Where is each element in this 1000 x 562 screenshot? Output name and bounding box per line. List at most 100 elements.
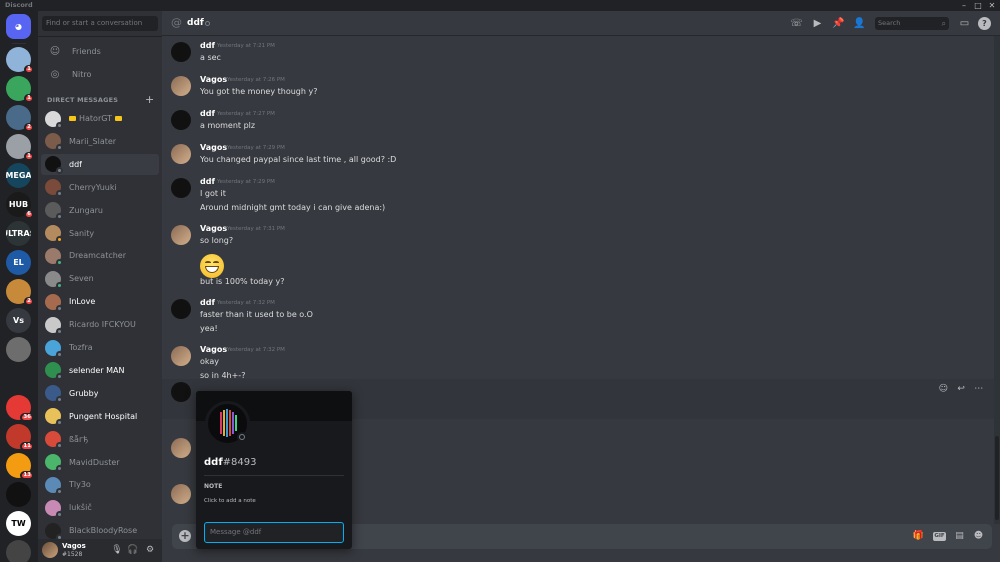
status-indicator [56,465,63,472]
sticker-icon[interactable]: ▤ [953,530,966,543]
message-avatar[interactable] [171,484,191,504]
create-dm-button[interactable]: + [145,93,154,106]
server-icon[interactable]: 2 [6,279,34,306]
microphone-icon[interactable]: 🎙 [111,544,123,556]
inbox-icon[interactable]: ▭ [958,17,971,30]
help-icon[interactable]: ? [978,17,991,30]
server-icon[interactable]: 1 [6,134,34,161]
server-icon[interactable] [6,337,31,362]
message-avatar[interactable] [171,299,191,319]
dm-item[interactable]: Zungaru [41,200,159,221]
discord-logo-icon: ◕ [6,14,31,39]
message-user-input[interactable]: Message @ddf [204,522,344,543]
dm-item[interactable]: Ricardo IFCKYOU [41,314,159,335]
message-avatar[interactable] [171,76,191,96]
home-button[interactable]: ◕ [6,14,31,39]
conversation-search-input[interactable]: Find or start a conversation [42,16,158,31]
server-icon[interactable] [6,482,31,507]
gift-icon[interactable]: 🎁 [912,530,925,543]
user-discriminator: #1528 [62,551,83,558]
video-call-icon[interactable]: ▶ [811,17,824,30]
server-icon[interactable]: MEGA [6,163,31,188]
note-input[interactable]: Click to add a note [204,498,256,504]
server-icon[interactable]: 2 [6,105,34,132]
message-avatar[interactable] [171,346,191,366]
nitro-nav-item[interactable]: ◎ Nitro [41,64,159,84]
dm-item[interactable]: Marii_Slater [41,131,159,152]
friends-nav-item[interactable]: ☺ Friends [41,41,159,61]
server-icon[interactable]: 11 [6,424,34,451]
dm-item[interactable]: CherryYuuki [41,177,159,198]
dm-item[interactable]: Grubby [41,383,159,404]
dm-item[interactable]: BlackBloodyRose [41,520,159,539]
server-icon[interactable]: TW [6,511,31,536]
pinned-messages-icon[interactable]: 📌 [832,17,845,30]
message-timestamp: Yesterday at 7:32 PM [217,300,275,306]
dm-item[interactable]: InLove [41,291,159,312]
scrollbar[interactable] [994,36,1000,524]
message-author[interactable]: ddf [200,177,215,186]
message-avatar[interactable] [171,382,191,402]
server-icon[interactable]: 36 [6,395,34,422]
headphones-icon[interactable]: 🎧 [127,544,139,556]
emoji-icon[interactable]: ☻ [972,530,985,543]
reply-icon[interactable]: ↩ [957,384,965,394]
minimize-icon[interactable]: – [957,0,971,11]
message-author[interactable]: ddf [200,41,215,50]
server-icon[interactable]: Vs [6,308,31,333]
message-author[interactable]: Vagos [200,75,227,84]
add-reaction-icon[interactable]: ☺ [939,384,948,394]
voice-call-icon[interactable]: ☏ [790,17,803,30]
server-icon[interactable]: ULTRAS [6,221,31,246]
message-avatar[interactable] [171,110,191,130]
dm-item[interactable]: ddf [41,153,159,175]
gif-button[interactable]: GIF [933,532,946,541]
upload-plus-icon[interactable]: + [179,530,191,542]
settings-gear-icon[interactable]: ⚙ [144,544,156,556]
search-input[interactable]: Search ⌕ [875,17,949,30]
message-timestamp: Yesterday at 7:26 PM [227,77,285,83]
scrollbar-thumb[interactable] [995,436,999,520]
status-indicator [56,121,63,129]
dm-item[interactable]: Pungent Hospital [41,406,159,427]
dm-item[interactable]: HatorGT [41,108,159,129]
dm-item[interactable]: MavidDuster [41,452,159,473]
mention-badge: 2 [24,123,34,132]
user-name: Vagos [62,542,86,550]
dm-item[interactable]: selender MAN [41,360,159,381]
server-icon[interactable]: 1 [6,76,34,103]
dm-item[interactable]: Tozfra [41,337,159,358]
close-icon[interactable]: ✕ [985,0,999,11]
message-author[interactable]: ddf [200,109,215,118]
server-icon[interactable] [6,366,31,391]
message-author[interactable]: ddf [200,298,215,307]
dm-item[interactable]: Tly3o [41,474,159,495]
dm-item[interactable]: Sanity [41,223,159,244]
user-avatar[interactable] [42,542,58,558]
message-avatar[interactable] [171,225,191,245]
dm-item[interactable]: Dreamcatcher [41,245,159,266]
user-panel: Vagos #1528 🎙 🎧 ⚙ [38,539,162,562]
message-avatar[interactable] [171,438,191,458]
message-avatar[interactable] [171,42,191,62]
dm-item[interactable]: lukšič [41,497,159,518]
dm-item[interactable]: ßẫгђ [41,429,159,450]
server-icon[interactable] [6,540,31,562]
dm-avatar [45,339,63,358]
dm-name: Marii_Slater [69,136,117,146]
more-options-icon[interactable]: ⋯ [974,384,983,394]
message-avatar[interactable] [171,144,191,164]
message-author[interactable]: Vagos [200,224,227,233]
message-author[interactable]: Vagos [200,143,227,152]
server-icon[interactable]: 13 [6,453,34,480]
dm-item[interactable]: Seven [41,268,159,289]
status-indicator [56,281,63,289]
server-icon[interactable]: HUB 6 [6,192,34,219]
add-friend-to-dm-icon[interactable]: 👤 [853,17,866,30]
server-icon[interactable]: 1 [6,47,34,74]
message-author[interactable]: Vagos [200,345,227,354]
maximize-icon[interactable]: □ [971,0,985,11]
server-icon[interactable]: EL [6,250,31,275]
message-avatar[interactable] [171,178,191,198]
direct-messages-header: DIRECT MESSAGES [47,96,119,104]
